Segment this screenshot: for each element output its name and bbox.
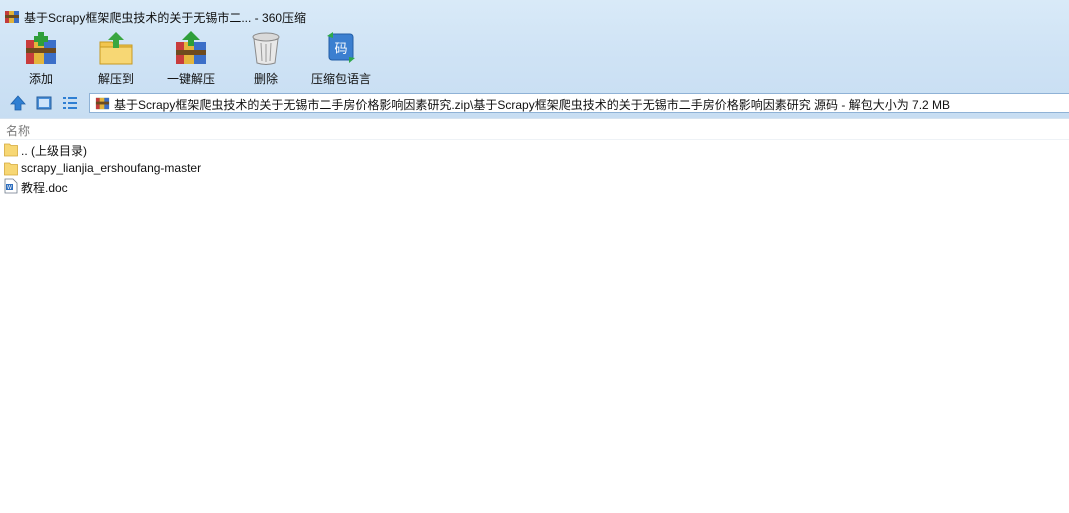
- title-bar: 基于Scrapy框架爬虫技术的关于无锡市二... - 360压缩: [0, 0, 1069, 30]
- extract-to-label: 解压到: [97, 72, 134, 86]
- window-chrome: 基于Scrapy框架爬虫技术的关于无锡市二... - 360压缩 添加 解压到: [0, 0, 1069, 118]
- archive-language-button[interactable]: 码 压缩包语言: [306, 30, 376, 88]
- list-item-name: .. (上级目录): [21, 144, 87, 158]
- add-label: 添加: [28, 72, 53, 86]
- address-bar[interactable]: 基于Scrapy框架爬虫技术的关于无锡市二手房价格影响因素研究.zip\基于Sc…: [89, 93, 1069, 113]
- main-toolbar: 添加 解压到 一键解压 删除 码 压缩包语言: [0, 30, 1069, 88]
- column-header-name[interactable]: 名称: [0, 119, 1069, 140]
- extract-to-icon: [99, 32, 133, 65]
- folder-icon: [4, 162, 18, 176]
- up-arrow-icon[interactable]: [9, 94, 27, 112]
- list-item-name: scrapy_lianjia_ershoufang-master: [21, 161, 202, 175]
- word-document-icon: W: [4, 178, 18, 194]
- delete-trash-icon: [252, 32, 280, 65]
- column-header-label: 名称: [6, 124, 31, 138]
- file-list: 名称 .. (上级目录) scrapy_lianjia_ershoufang-m…: [0, 118, 1069, 513]
- list-item-parent-folder[interactable]: .. (上级目录): [0, 140, 600, 158]
- navigation-bar: 基于Scrapy框架爬虫技术的关于无锡市二手房价格影响因素研究.zip\基于Sc…: [0, 92, 1069, 116]
- zip-archive-icon: [95, 97, 110, 110]
- folder-icon: [4, 143, 18, 157]
- window-title: 基于Scrapy框架爬虫技术的关于无锡市二... - 360压缩: [24, 11, 307, 25]
- list-view-icon[interactable]: [61, 94, 79, 112]
- address-path: 基于Scrapy框架爬虫技术的关于无锡市二手房价格影响因素研究.zip\基于Sc…: [114, 98, 951, 112]
- list-item-file[interactable]: W 教程.doc: [0, 177, 600, 195]
- svg-text:W: W: [7, 185, 12, 191]
- one-click-extract-icon: [176, 31, 206, 64]
- archive-language-icon: 码: [327, 32, 355, 63]
- add-button[interactable]: 添加: [6, 30, 76, 88]
- list-item-folder[interactable]: scrapy_lianjia_ershoufang-master: [0, 159, 600, 177]
- add-archive-icon: [26, 32, 56, 64]
- app-archive-icon: [5, 11, 19, 23]
- one-click-extract-label: 一键解压: [166, 72, 215, 86]
- delete-button[interactable]: 删除: [231, 30, 301, 88]
- delete-label: 删除: [253, 72, 278, 86]
- thumbnail-view-icon[interactable]: [35, 94, 53, 112]
- language-glyph: 码: [334, 42, 347, 57]
- list-item-name: 教程.doc: [21, 181, 68, 195]
- archive-language-label: 压缩包语言: [310, 72, 371, 86]
- one-click-extract-button[interactable]: 一键解压: [156, 30, 226, 88]
- extract-to-button[interactable]: 解压到: [81, 30, 151, 88]
